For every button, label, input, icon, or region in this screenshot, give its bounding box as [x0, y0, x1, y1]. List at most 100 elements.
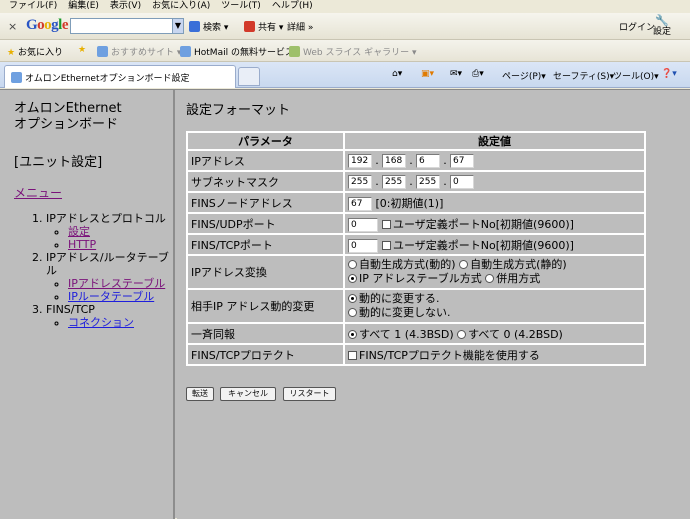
nav-link-settings[interactable]: 設定 — [68, 225, 90, 238]
fins-tcp-label: FINS/TCPポート — [188, 235, 343, 254]
dyn-change-off-option[interactable]: 動的に変更しない. — [348, 306, 451, 319]
fins-tcp-input[interactable]: 0 — [348, 238, 378, 253]
menu-favorites[interactable]: お気に入り(A) — [152, 0, 210, 13]
radio[interactable] — [485, 274, 495, 283]
mail-icon[interactable]: ✉▾ — [450, 69, 462, 79]
nav-link-http[interactable]: HTTP — [68, 238, 96, 251]
share-icon — [244, 21, 255, 32]
ie-icon — [180, 46, 191, 57]
menu-bar: ファイル(F) 編集(E) 表示(V) お気に入り(A) ツール(T) ヘルプ(H) — [0, 0, 690, 13]
value-header: 設定値 — [345, 133, 644, 149]
sidebar-title: オムロンEthernet オプションボード — [14, 101, 122, 132]
nav-section-ip-protocol: IPアドレスとプロトコル 設定 HTTP — [46, 212, 170, 251]
nav-link-ip-table[interactable]: IPアドレステーブル — [68, 277, 165, 290]
google-search-icon — [189, 21, 200, 32]
login-button[interactable]: ログイン — [619, 20, 655, 33]
nav-link-router-table[interactable]: IPルータテーブル — [68, 290, 154, 303]
wrench-icon: 🔧 — [655, 14, 669, 27]
print-icon[interactable]: ⎙▾ — [472, 69, 484, 79]
share-button[interactable]: 共有 ▾ — [244, 20, 283, 33]
ip-conv-static-option[interactable]: 自動生成方式(静的) — [459, 258, 567, 271]
ip-conv-combined-option[interactable]: 併用方式 — [485, 272, 540, 285]
subnet-mask-value: 255. 255. 255. 0 — [345, 172, 644, 191]
fins-node-label: FINSノードアドレス — [188, 193, 343, 212]
search-button[interactable]: 検索 ▾ — [189, 20, 228, 33]
hotmail-link[interactable]: HotMail の無料サービス — [180, 45, 294, 58]
broadcast-all-one-option[interactable]: すべて 1 (4.3BSD) — [348, 328, 454, 341]
mask-octet-4-input[interactable]: 0 — [450, 174, 474, 189]
radio-selected[interactable] — [348, 329, 357, 339]
ip-conv-table-option[interactable]: IP アドレステーブル方式 — [348, 272, 482, 285]
ip-octet-2-input[interactable]: 168 — [382, 153, 406, 168]
fins-udp-label: FINS/UDPポート — [188, 214, 343, 233]
ip-conv-dynamic-option[interactable]: 自動生成方式(動的) — [348, 258, 456, 271]
mask-octet-2-input[interactable]: 255 — [382, 174, 406, 189]
sidebar: オムロンEthernet オプションボード [ユニット設定] メニュー IPアド… — [0, 90, 175, 519]
menu-tools[interactable]: ツール(T) — [221, 0, 261, 13]
radio[interactable] — [348, 260, 357, 269]
mask-octet-1-input[interactable]: 255 — [348, 174, 372, 189]
ie-icon — [97, 46, 108, 57]
send-button[interactable]: 転送 — [186, 387, 214, 401]
restart-button[interactable]: リスタート — [283, 387, 336, 401]
rss-icon[interactable]: ▣▾ — [421, 69, 434, 79]
suggested-sites-link[interactable]: おすすめサイト ▾ — [97, 45, 181, 58]
nav-link-connection[interactable]: コネクション — [68, 316, 134, 329]
more-button[interactable]: 詳細 » — [287, 20, 313, 33]
web-slice-link[interactable]: Web スライス ギャラリー ▾ — [289, 45, 416, 58]
fins-tcp-user-port-checkbox[interactable] — [382, 240, 391, 250]
cancel-button[interactable]: キャンセル — [220, 387, 276, 401]
settings-table: パラメータ 設定値 IPアドレス 192. 168. 6. 67 サブネットマスク 2… — [186, 131, 646, 366]
close-toolbar-icon[interactable]: × — [8, 20, 17, 33]
safety-menu[interactable]: セーフティ(S)▾ — [553, 69, 614, 82]
table-row: FINS/TCPポート 0 ユーザ定義ポートNo[初期値(9600)] — [188, 235, 644, 254]
broadcast-all-zero-option[interactable]: すべて 0 (4.2BSD) — [457, 328, 563, 341]
page-heading: 設定フォーマット — [186, 103, 291, 118]
table-row: サブネットマスク 255. 255. 255. 0 — [188, 172, 644, 191]
fins-node-input[interactable]: 67 — [348, 196, 372, 211]
fins-udp-user-port-checkbox[interactable] — [382, 219, 391, 229]
ip-octet-3-input[interactable]: 6 — [416, 153, 440, 168]
google-search-input[interactable] — [70, 18, 174, 34]
page-menu[interactable]: ページ(P)▾ — [502, 69, 546, 82]
radio[interactable] — [457, 329, 467, 339]
radio-selected[interactable] — [348, 274, 357, 283]
table-row: FINSノードアドレス 67 [0:初期値(1)] — [188, 193, 644, 212]
dynamic-change-label: 相手IP アドレス動的変更 — [188, 290, 343, 322]
broadcast-label: 一斉同報 — [188, 324, 343, 343]
search-dropdown-icon[interactable]: ▼ — [172, 18, 184, 34]
menu-edit[interactable]: 編集(E) — [68, 0, 99, 13]
favorites-button[interactable]: ★ お気に入り — [7, 45, 63, 58]
ip-octet-4-input[interactable]: 67 — [450, 153, 474, 168]
menu-view[interactable]: 表示(V) — [110, 0, 141, 13]
fins-udp-input[interactable]: 0 — [348, 217, 378, 232]
tab-bar: オムロンEthernetオプションボード設定 ⌂▾ ▣▾ ✉▾ ⎙▾ ページ(P… — [0, 62, 690, 88]
fins-node-note: [0:初期値(1)] — [375, 196, 444, 210]
radio[interactable] — [459, 260, 469, 269]
google-toolbar: × Google ▼ 検索 ▾ 共有 ▾ 詳細 » ログイン 🔧 設定 — [0, 13, 690, 40]
help-icon[interactable]: ❓▾ — [661, 69, 677, 79]
new-tab-button[interactable] — [238, 67, 260, 86]
settings-button[interactable]: 🔧 設定 — [653, 14, 671, 37]
nav-section-ip-router: IPアドレス/ルータテーブル IPアドレステーブル IPルータテーブル — [46, 251, 170, 303]
mask-octet-3-input[interactable]: 255 — [416, 174, 440, 189]
tools-menu[interactable]: ツール(O)▾ — [613, 69, 659, 82]
ip-octet-1-input[interactable]: 192 — [348, 153, 372, 168]
dyn-change-on-option[interactable]: 動的に変更する. — [348, 292, 440, 305]
fins-protect-checkbox[interactable]: FINS/TCPプロテクト機能を使用する — [348, 349, 540, 362]
add-favorite-icon[interactable]: ★ — [78, 45, 86, 55]
table-row: IPアドレス変換 自動生成方式(動的) 自動生成方式(静的) IP アドレステー… — [188, 256, 644, 288]
menu-file[interactable]: ファイル(F) — [9, 0, 57, 13]
menu-link[interactable]: メニュー — [14, 184, 62, 201]
home-icon[interactable]: ⌂▾ — [392, 69, 402, 79]
web-slice-icon — [289, 46, 300, 57]
radio[interactable] — [348, 308, 357, 317]
fins-udp-note: ユーザ定義ポートNo[初期値(9600)] — [393, 217, 574, 231]
menu-help[interactable]: ヘルプ(H) — [272, 0, 313, 13]
checkbox[interactable] — [348, 350, 357, 360]
main-panel: 設定フォーマット パラメータ 設定値 IPアドレス 192. 168. 6. 67 サ… — [177, 90, 690, 519]
radio-selected[interactable] — [348, 294, 357, 303]
page-content: オムロンEthernet オプションボード [ユニット設定] メニュー IPアド… — [0, 89, 690, 519]
browser-tab[interactable]: オムロンEthernetオプションボード設定 — [4, 65, 236, 88]
table-row: IPアドレス 192. 168. 6. 67 — [188, 151, 644, 170]
